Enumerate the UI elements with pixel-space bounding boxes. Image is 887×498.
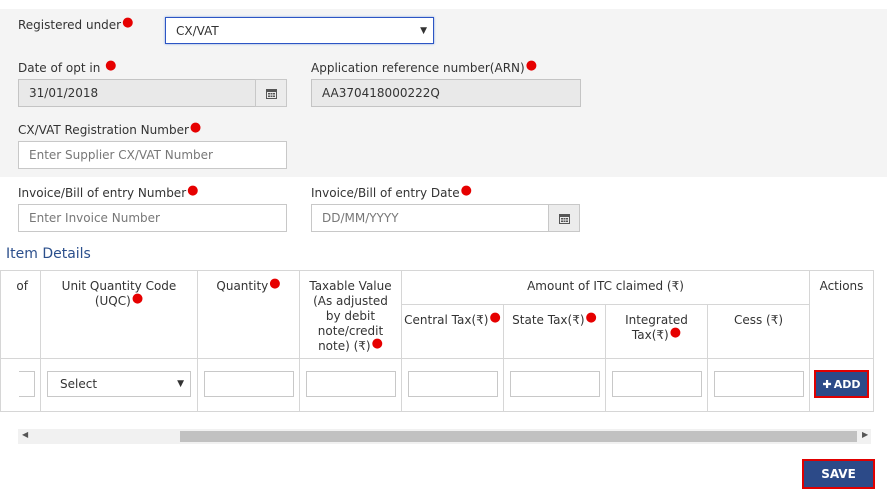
scroll-left-icon[interactable]: ◀ (22, 430, 28, 439)
integrated-tax-input[interactable] (611, 371, 702, 397)
arn-field: AA370418000222Q (311, 79, 581, 107)
chevron-down-icon: ▼ (420, 26, 427, 36)
table-cell (707, 358, 810, 412)
central-tax-input[interactable] (407, 371, 498, 397)
quantity-input[interactable] (203, 371, 294, 397)
required-marker: ● (269, 276, 281, 291)
uqc-select[interactable]: Select ▼ (47, 371, 191, 397)
required-marker: ● (489, 310, 501, 325)
required-marker: ● (105, 58, 117, 73)
required-marker: ● (131, 291, 144, 306)
invoice-number-label: Invoice/Bill of entry Number● (18, 183, 199, 200)
required-marker: ● (525, 58, 538, 73)
item-details-title: Item Details (6, 246, 91, 262)
column-header-cess: Cess (₹) (707, 304, 810, 359)
cx-vat-reg-label: CX/VAT Registration Number● (18, 120, 202, 137)
required-marker: ● (189, 120, 202, 135)
plus-icon: ✚ (822, 377, 832, 391)
calendar-icon[interactable] (255, 79, 287, 107)
add-button[interactable]: ✚ ADD (814, 370, 869, 398)
cess-input[interactable] (713, 371, 804, 397)
chevron-down-icon: ▼ (177, 379, 184, 389)
table-cell (605, 358, 708, 412)
table-cell: Select ▼ (40, 358, 198, 412)
state-tax-input[interactable] (509, 371, 600, 397)
item-details-table: of Unit Quantity Code (UQC)● Quantity● T… (0, 270, 874, 412)
arn-label: Application reference number(ARN)● (311, 58, 538, 75)
invoice-date-input[interactable]: DD/MM/YYYY (311, 204, 549, 232)
required-marker: ● (585, 310, 597, 325)
required-marker: ● (122, 15, 134, 30)
table-row: Select ▼ (0, 358, 874, 412)
invoice-date-label: Invoice/Bill of entry Date● (311, 183, 472, 200)
date-of-opt-in-field: 31/01/2018 (18, 79, 256, 107)
required-marker: ● (187, 183, 199, 198)
save-button[interactable]: SAVE (802, 459, 875, 489)
column-header-actions: Actions (809, 270, 874, 359)
registered-under-label: Registered under● (18, 15, 134, 32)
column-header-uqc: Unit Quantity Code (UQC)● (40, 270, 198, 359)
scrollbar-thumb[interactable] (180, 431, 857, 442)
cx-vat-reg-input[interactable]: Enter Supplier CX/VAT Number (18, 141, 287, 169)
registered-under-select[interactable]: CX/VAT ▼ (165, 17, 434, 44)
column-header-partial: of (0, 270, 41, 359)
column-header-central-tax: Central Tax(₹)● (401, 304, 504, 359)
required-marker: ● (460, 183, 472, 198)
column-header-itc-group: Amount of ITC claimed (₹) (401, 270, 810, 305)
calendar-icon[interactable] (548, 204, 580, 232)
column-header-quantity: Quantity● (197, 270, 300, 359)
table-cell (299, 358, 402, 412)
column-header-state-tax: State Tax(₹)● (503, 304, 606, 359)
date-of-opt-in-label: Date of opt in ● (18, 58, 117, 75)
required-marker: ● (371, 336, 383, 351)
required-marker: ● (669, 325, 682, 340)
table-cell (197, 358, 300, 412)
table-cell (401, 358, 504, 412)
invoice-number-input[interactable]: Enter Invoice Number (18, 204, 287, 232)
taxable-value-input[interactable] (305, 371, 396, 397)
partial-input[interactable] (19, 371, 35, 397)
table-cell (503, 358, 606, 412)
column-header-taxable-value: Taxable Value (As adjusted by debit note… (299, 270, 402, 359)
scroll-right-icon[interactable]: ▶ (862, 430, 868, 439)
column-header-integrated-tax: Integrated Tax(₹)● (605, 304, 708, 359)
table-cell (0, 358, 41, 412)
